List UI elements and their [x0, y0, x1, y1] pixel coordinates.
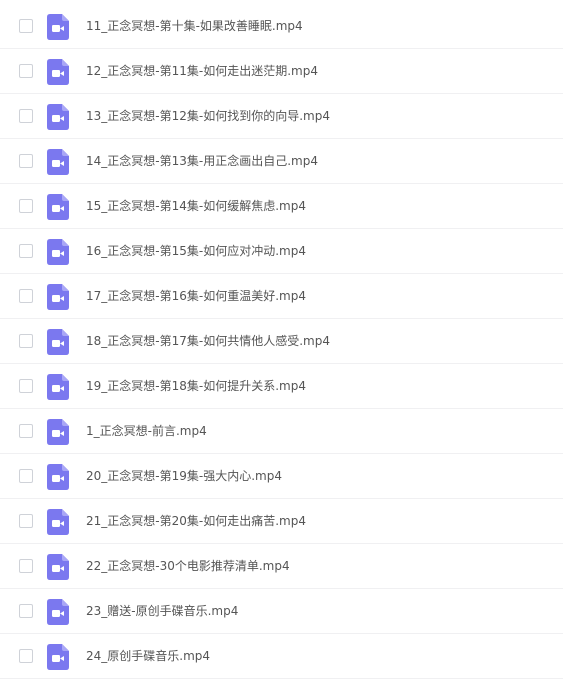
- video-file-icon: [47, 104, 69, 130]
- video-file-icon: [47, 14, 69, 40]
- file-name[interactable]: 13_正念冥想-第12集-如何找到你的向导.mp4: [86, 94, 330, 138]
- file-row[interactable]: 16_正念冥想-第15集-如何应对冲动.mp4: [0, 229, 563, 274]
- file-name[interactable]: 14_正念冥想-第13集-用正念画出自己.mp4: [86, 139, 318, 183]
- file-list: 11_正念冥想-第十集-如果改善睡眠.mp4 12_正念冥想-第11集-如何走出…: [0, 0, 563, 679]
- file-name[interactable]: 23_赠送-原创手碟音乐.mp4: [86, 589, 238, 633]
- row-checkbox[interactable]: [19, 64, 33, 78]
- file-row[interactable]: 20_正念冥想-第19集-强大内心.mp4: [0, 454, 563, 499]
- video-file-icon: [47, 149, 69, 175]
- video-file-icon: [47, 284, 69, 310]
- row-checkbox[interactable]: [19, 604, 33, 618]
- file-row[interactable]: 21_正念冥想-第20集-如何走出痛苦.mp4: [0, 499, 563, 544]
- file-row[interactable]: 18_正念冥想-第17集-如何共情他人感受.mp4: [0, 319, 563, 364]
- file-row[interactable]: 12_正念冥想-第11集-如何走出迷茫期.mp4: [0, 49, 563, 94]
- row-checkbox[interactable]: [19, 109, 33, 123]
- file-row[interactable]: 15_正念冥想-第14集-如何缓解焦虑.mp4: [0, 184, 563, 229]
- file-row[interactable]: 23_赠送-原创手碟音乐.mp4: [0, 589, 563, 634]
- file-name[interactable]: 16_正念冥想-第15集-如何应对冲动.mp4: [86, 229, 306, 273]
- video-file-icon: [47, 464, 69, 490]
- row-checkbox[interactable]: [19, 379, 33, 393]
- row-checkbox[interactable]: [19, 334, 33, 348]
- file-name[interactable]: 22_正念冥想-30个电影推荐清单.mp4: [86, 544, 290, 588]
- file-row[interactable]: 17_正念冥想-第16集-如何重温美好.mp4: [0, 274, 563, 319]
- row-checkbox[interactable]: [19, 289, 33, 303]
- video-file-icon: [47, 644, 69, 670]
- video-file-icon: [47, 194, 69, 220]
- file-name[interactable]: 24_原创手碟音乐.mp4: [86, 634, 210, 678]
- file-row[interactable]: 11_正念冥想-第十集-如果改善睡眠.mp4: [0, 4, 563, 49]
- file-name[interactable]: 21_正念冥想-第20集-如何走出痛苦.mp4: [86, 499, 306, 543]
- file-name[interactable]: 18_正念冥想-第17集-如何共情他人感受.mp4: [86, 319, 330, 363]
- row-checkbox[interactable]: [19, 514, 33, 528]
- file-name[interactable]: 11_正念冥想-第十集-如果改善睡眠.mp4: [86, 4, 303, 48]
- file-row[interactable]: 24_原创手碟音乐.mp4: [0, 634, 563, 679]
- row-checkbox[interactable]: [19, 154, 33, 168]
- video-file-icon: [47, 239, 69, 265]
- video-file-icon: [47, 419, 69, 445]
- video-file-icon: [47, 599, 69, 625]
- file-row[interactable]: 13_正念冥想-第12集-如何找到你的向导.mp4: [0, 94, 563, 139]
- file-name[interactable]: 1_正念冥想-前言.mp4: [86, 409, 207, 453]
- video-file-icon: [47, 509, 69, 535]
- file-row[interactable]: 1_正念冥想-前言.mp4: [0, 409, 563, 454]
- row-checkbox[interactable]: [19, 559, 33, 573]
- video-file-icon: [47, 329, 69, 355]
- file-row[interactable]: 22_正念冥想-30个电影推荐清单.mp4: [0, 544, 563, 589]
- file-row[interactable]: 19_正念冥想-第18集-如何提升关系.mp4: [0, 364, 563, 409]
- file-row[interactable]: 14_正念冥想-第13集-用正念画出自己.mp4: [0, 139, 563, 184]
- row-checkbox[interactable]: [19, 424, 33, 438]
- row-checkbox[interactable]: [19, 199, 33, 213]
- video-file-icon: [47, 554, 69, 580]
- file-name[interactable]: 19_正念冥想-第18集-如何提升关系.mp4: [86, 364, 306, 408]
- file-name[interactable]: 17_正念冥想-第16集-如何重温美好.mp4: [86, 274, 306, 318]
- video-file-icon: [47, 59, 69, 85]
- row-checkbox[interactable]: [19, 244, 33, 258]
- file-name[interactable]: 12_正念冥想-第11集-如何走出迷茫期.mp4: [86, 49, 318, 93]
- row-checkbox[interactable]: [19, 649, 33, 663]
- row-checkbox[interactable]: [19, 19, 33, 33]
- video-file-icon: [47, 374, 69, 400]
- file-name[interactable]: 20_正念冥想-第19集-强大内心.mp4: [86, 454, 282, 498]
- file-name[interactable]: 15_正念冥想-第14集-如何缓解焦虑.mp4: [86, 184, 306, 228]
- row-checkbox[interactable]: [19, 469, 33, 483]
